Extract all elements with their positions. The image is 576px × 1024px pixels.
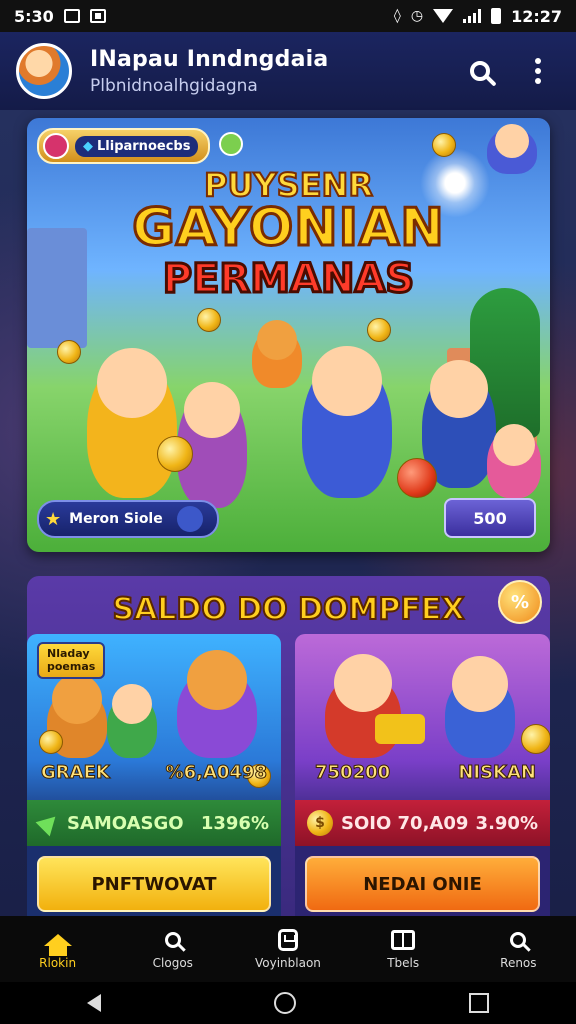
coin-icon: [197, 308, 221, 332]
offer-price: NISKAN: [458, 762, 537, 784]
search-icon-wrap-2: [505, 928, 531, 952]
star-icon: ★: [45, 508, 62, 530]
bonus-icon: [219, 132, 243, 156]
bag-icon: [277, 929, 298, 951]
coin-icon: $: [307, 810, 333, 836]
nav-item-search[interactable]: Clogos: [123, 928, 223, 970]
character-blue-cap: [445, 656, 515, 758]
status-time-right: 12:27: [511, 6, 562, 26]
coin-icon: [432, 133, 456, 157]
avatar[interactable]: [16, 43, 72, 99]
offer-price: %6,A0498: [165, 762, 267, 784]
gold-bar-illustration: [375, 714, 425, 744]
offer-stats-bar: $ SOIO 70,A09 3.90%: [295, 800, 550, 846]
coin-icon: [521, 724, 550, 754]
coin-icon: [57, 340, 81, 364]
recents-icon[interactable]: [469, 993, 490, 1013]
offer-name: 750200: [314, 762, 391, 784]
badge-text: Lliparnoecbs: [97, 138, 191, 154]
offer-stat-value: 3.90%: [475, 812, 538, 834]
app-header: INapau Inndngdaia Plbnidnoalhgidagna: [0, 32, 576, 110]
gallery-notification-icon: [63, 9, 80, 23]
status-bar: 5:30 ◊ ◷ 12:27: [0, 0, 576, 32]
search-button[interactable]: [458, 49, 502, 93]
bottom-navigation: Rlokin Clogos Voyinblaon Tbels Renos: [0, 916, 576, 982]
hero-label[interactable]: ★ Meron Siole: [37, 500, 219, 538]
offers-section: SALDO DO DOMPFEX % Nladay poemas GRAEK %…: [27, 576, 550, 916]
nav-item-more[interactable]: Renos: [468, 928, 568, 970]
search-icon: [470, 61, 490, 81]
badge-avatar-icon: [43, 133, 69, 159]
app-title: INapau Inndngdaia: [90, 46, 329, 72]
book-icon-wrap: [390, 928, 416, 952]
coin-icon: [367, 318, 391, 342]
coin-icon: [39, 730, 63, 754]
discount-icon[interactable]: %: [498, 580, 542, 624]
character-purple-flyer: [487, 124, 537, 174]
app-notification-icon: [89, 9, 106, 23]
nav-label-tables: Tbels: [387, 956, 420, 970]
app-subtitle: Plbnidnoalhgidagna: [90, 75, 258, 96]
offer-card-right[interactable]: 750200 NISKAN $ SOIO 70,A09 3.90% NEDAI …: [295, 634, 550, 916]
vibrate-icon: ◊: [393, 8, 401, 24]
buy-button-right[interactable]: NEDAI ONIE: [305, 856, 540, 912]
more-menu-button[interactable]: [516, 49, 560, 93]
home-icon: [43, 934, 72, 956]
offer-stat-value: 1396%: [200, 812, 269, 834]
offer-tag: Nladay poemas: [37, 642, 106, 680]
badge-label: ◆ Lliparnoecbs: [75, 135, 199, 157]
back-icon[interactable]: [86, 994, 101, 1012]
hero-badge: ◆ Lliparnoecbs: [37, 128, 211, 164]
character-pink-hat: [487, 424, 541, 498]
more-vert-icon: [535, 58, 541, 84]
offer-name: GRAEK: [41, 762, 111, 784]
book-icon: [391, 930, 416, 950]
system-navigation: [0, 982, 576, 1024]
hero-label-text: Meron Siole: [69, 511, 163, 527]
offer-card-left[interactable]: Nladay poemas GRAEK %6,A0498 SAMOASGO 13…: [27, 634, 281, 916]
nav-label-shop: Voyinblaon: [255, 956, 321, 970]
character-brown-hair: [302, 346, 392, 498]
gem-icon: ◆: [83, 138, 93, 154]
nav-label-search: Clogos: [152, 956, 193, 970]
character-purple-lion: [177, 650, 257, 758]
bag-icon-wrap: [275, 928, 301, 952]
hero-banner[interactable]: ◆ Lliparnoecbs PUYSENR GAYONIAN PERMANAS…: [27, 118, 550, 552]
status-time-left: 5:30: [14, 6, 54, 26]
nav-label-home: Rlokin: [39, 956, 77, 970]
coin-icon: [397, 458, 437, 498]
hero-title-line2: GAYONIAN: [131, 197, 446, 260]
home-icon-wrap: [43, 928, 72, 956]
offer-stat-label: SAMOASGO: [67, 812, 184, 834]
home-circle-icon[interactable]: [273, 992, 296, 1014]
alarm-icon: ◷: [410, 8, 424, 24]
trend-up-icon: [35, 809, 63, 837]
search-icon: [510, 932, 527, 948]
nav-item-shop[interactable]: Voyinblaon: [238, 928, 338, 970]
signal-icon: [463, 9, 482, 23]
offer-stat-label: SOIO 70,A09: [341, 812, 469, 834]
character-green-cap: [107, 684, 157, 758]
hero-price-button[interactable]: 500: [444, 498, 536, 538]
nav-item-home[interactable]: Rlokin: [8, 928, 108, 970]
search-icon-wrap: [160, 928, 186, 952]
offer-tag-line2: poemas: [47, 659, 96, 673]
character-orange-pet: [252, 320, 302, 388]
nav-item-tables[interactable]: Tbels: [353, 928, 453, 970]
search-icon: [164, 932, 181, 948]
section-title: SALDO DO DOMPFEX: [111, 591, 465, 628]
orb-icon: [176, 506, 203, 532]
offer-stats-bar: SAMOASGO 1396%: [27, 800, 281, 846]
nav-label-more: Renos: [500, 956, 537, 970]
character-yellow-cap: [87, 348, 177, 498]
buy-button-left[interactable]: PNFTWOVAT: [37, 856, 271, 912]
battery-icon: [491, 8, 502, 24]
coin-icon: [157, 436, 193, 472]
offer-tag-line1: Nladay: [47, 647, 90, 660]
hero-title-line3: PERMANAS: [161, 255, 415, 304]
wifi-icon: [433, 9, 454, 23]
header-titles: INapau Inndngdaia Plbnidnoalhgidagna: [90, 47, 458, 96]
